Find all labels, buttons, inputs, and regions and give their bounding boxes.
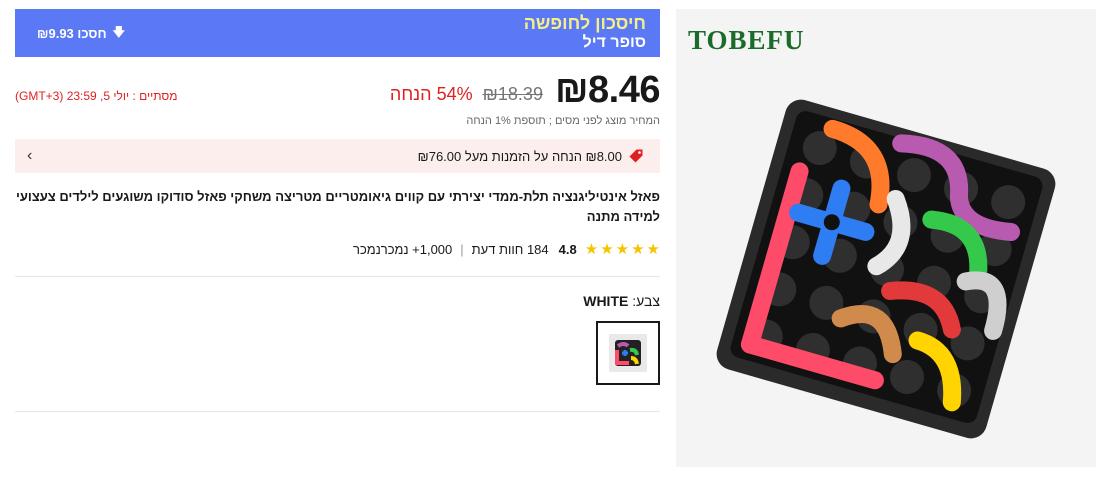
- discount-badge: 54% הנחה: [389, 84, 473, 104]
- rating-stars: ★ ★ ★ ★ ★: [585, 240, 660, 258]
- deal-timer: מסתיים : יולי 5, 23:59 (GMT+3): [15, 89, 178, 103]
- rating-value: 4.8: [558, 241, 577, 257]
- color-label: צבע: WHITE: [15, 293, 660, 309]
- deal-banner[interactable]: חיסכון לחופשה סופר דיל ₪9.93 חסכו 🡇: [15, 9, 660, 57]
- deal-title: חיסכון לחופשה: [523, 13, 646, 34]
- divider: [15, 276, 660, 277]
- star-icon: ★: [646, 241, 660, 258]
- coupon-text: ₪8.00 הנחה על הזמנות מעל ₪76.00: [417, 148, 622, 164]
- price-row: ₪8.46 ₪18.39 54% הנחה מסתיים : יולי 5, 2…: [15, 69, 661, 111]
- product-info: חיסכון לחופשה סופר דיל ₪9.93 חסכו 🡇 ₪8.4…: [15, 9, 661, 412]
- original-price: ₪18.39: [482, 84, 543, 104]
- color-swatch-white[interactable]: [596, 321, 660, 385]
- star-icon: ★: [600, 241, 614, 258]
- star-icon: ★: [631, 241, 645, 258]
- arrow-down-icon: 🡇: [112, 24, 125, 39]
- product-image[interactable]: TOBEFU: [676, 9, 1096, 467]
- sold-count: 1,000+ נמכרנמכר: [353, 241, 453, 257]
- rating-row[interactable]: ★ ★ ★ ★ ★ 4.8 184 חוות דעת | 1,000+ נמכר…: [15, 240, 660, 258]
- coupon-bar[interactable]: ₪8.00 הנחה על הזמנות מעל ₪76.00 ›: [15, 139, 660, 173]
- star-icon: ★: [615, 241, 630, 258]
- chevron-right-icon[interactable]: ›: [27, 147, 32, 165]
- deal-savings: ₪9.93 חסכו 🡇: [37, 23, 125, 44]
- separator: |: [460, 241, 464, 257]
- color-value: WHITE: [583, 293, 629, 309]
- color-label-prefix: צבע:: [628, 293, 660, 309]
- product-title: פאזל אינטיליגנציה תלת-ממדי יצירתי עם קוו…: [15, 189, 660, 224]
- star-icon: ★: [584, 241, 599, 258]
- tag-icon: [629, 149, 643, 163]
- puzzle-image: [716, 99, 1056, 439]
- divider: [15, 411, 660, 412]
- current-price: ₪8.46: [554, 69, 661, 111]
- swatch-thumbnail: [609, 334, 647, 372]
- deal-subtitle: סופר דיל: [582, 34, 646, 52]
- deal-savings-label: ₪9.93 חסכו: [37, 25, 107, 41]
- review-count[interactable]: 184 חוות דעת: [472, 242, 549, 257]
- tax-note: המחיר מוצג לפני מסים ; תוספת 1% הנחה: [466, 115, 660, 127]
